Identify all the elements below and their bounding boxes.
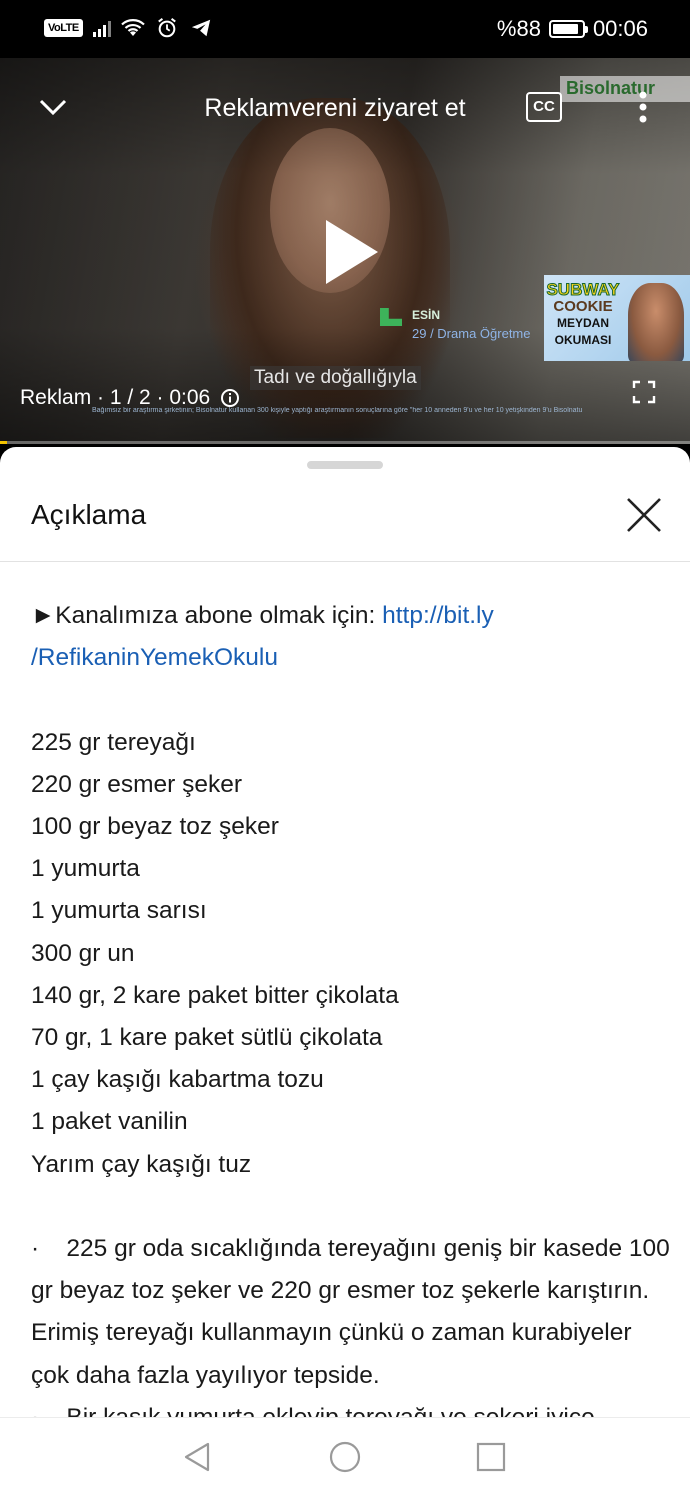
navigation-bar — [0, 1417, 690, 1495]
battery-percentage: %88 — [496, 16, 541, 41]
cc-icon[interactable]: CC — [526, 92, 562, 122]
play-icon[interactable] — [320, 218, 382, 286]
thumbnail-line-3: MEYDAN OKUMASI — [554, 316, 612, 347]
ingredient-item: 1 çay kaşığı kabartma tozu — [31, 1066, 324, 1094]
ingredient-list: 225 gr tereyağı 220 gr esmer şeker 100 g… — [31, 722, 671, 1186]
subscribe-prefix: ►Kanalımıza abone olmak için: — [31, 602, 383, 629]
video-player[interactable]: Bisolnatur Reklamvereni ziyaret et CC ES… — [0, 58, 690, 444]
status-bar-right: %88 00:06 — [497, 16, 648, 42]
ad-info-text: Reklam · 1 / 2 · 0:06 — [20, 386, 211, 409]
ad-info: Reklam · 1 / 2 · 0:06 — [20, 386, 240, 410]
visit-advertiser-label: Reklamvereni ziyaret et — [204, 94, 466, 122]
clock: 00:06 — [592, 16, 648, 41]
subscribe-link-part-1[interactable]: http://bit.ly — [382, 602, 494, 629]
thumbnail-line-1: SUBWAY — [546, 280, 620, 299]
info-icon[interactable] — [220, 388, 240, 408]
ingredient-item: 140 gr, 2 kare paket bitter çikolata — [31, 981, 399, 1009]
recipe-step: · Bir kaşık yumurta ekleyip tereyağı ve … — [31, 1397, 671, 1417]
status-bar: VoLTE %88 00:06 — [0, 0, 690, 58]
name-tag-role: 29 / Drama Öğretme — [412, 326, 531, 341]
ad-thumbnail[interactable]: SUBWAY COOKIE MEYDAN OKUMASI — [544, 275, 690, 361]
progress-fill — [0, 441, 7, 444]
description-body: ►Kanalımıza abone olmak için: http://bit… — [31, 595, 671, 1417]
ingredient-item: 70 gr, 1 kare paket sütlü çikolata — [31, 1024, 383, 1052]
drag-handle[interactable] — [307, 461, 383, 469]
thumbnail-text: SUBWAY COOKIE MEYDAN OKUMASI — [546, 281, 620, 349]
name-tag: ESİN 29 / Drama Öğretme — [380, 308, 531, 341]
wifi-icon — [120, 19, 145, 36]
signal-icon — [92, 19, 111, 37]
ingredient-item: 1 yumurta — [31, 855, 140, 883]
ingredient-item: 1 paket vanilin — [31, 1108, 188, 1136]
back-icon[interactable] — [181, 1440, 215, 1474]
thumbnail-line-2: COOKIE — [553, 298, 613, 315]
description-panel: Açıklama ►Kanalımıza abone olmak için: h… — [0, 447, 690, 1417]
recipe-step: · 225 gr oda sıcaklığında tereyağını gen… — [31, 1235, 677, 1389]
status-bar-left: VoLTE — [44, 17, 213, 39]
telegram-icon — [191, 19, 210, 37]
description-header: Açıklama — [0, 447, 690, 562]
ingredient-item: Yarım çay kaşığı tuz — [31, 1150, 252, 1178]
visit-advertiser-link[interactable]: Reklamvereni ziyaret et — [0, 94, 690, 123]
subscribe-line-2: /RefikaninYemekOkulu — [31, 637, 671, 679]
alarm-icon — [157, 18, 176, 38]
recents-icon[interactable] — [474, 1440, 508, 1474]
thumbnail-person — [628, 283, 684, 361]
close-icon[interactable] — [624, 495, 664, 535]
more-vert-icon[interactable] — [628, 88, 658, 126]
subscribe-link-part-2[interactable]: /RefikaninYemekOkulu — [31, 644, 278, 671]
home-icon[interactable] — [328, 1440, 362, 1474]
battery-level — [552, 24, 578, 34]
description-title: Açıklama — [31, 499, 147, 530]
battery-icon — [548, 20, 588, 38]
fullscreen-icon[interactable] — [632, 380, 656, 404]
progress-bar[interactable] — [0, 441, 690, 444]
name-tag-name: ESİN — [412, 308, 441, 322]
volte-icon: VoLTE — [44, 19, 83, 37]
ingredient-item: 300 gr un — [31, 939, 135, 967]
ingredient-item: 225 gr tereyağı — [31, 728, 196, 756]
ingredient-item: 1 yumurta sarısı — [31, 897, 207, 925]
name-tag-mark — [380, 308, 402, 326]
video-subtitle: Tadı ve doğallığıyla — [250, 366, 421, 390]
ingredient-item: 220 gr esmer şeker — [31, 770, 243, 798]
subscribe-line: ►Kanalımıza abone olmak için: http://bit… — [31, 595, 671, 637]
ingredient-item: 100 gr beyaz toz şeker — [31, 813, 279, 840]
